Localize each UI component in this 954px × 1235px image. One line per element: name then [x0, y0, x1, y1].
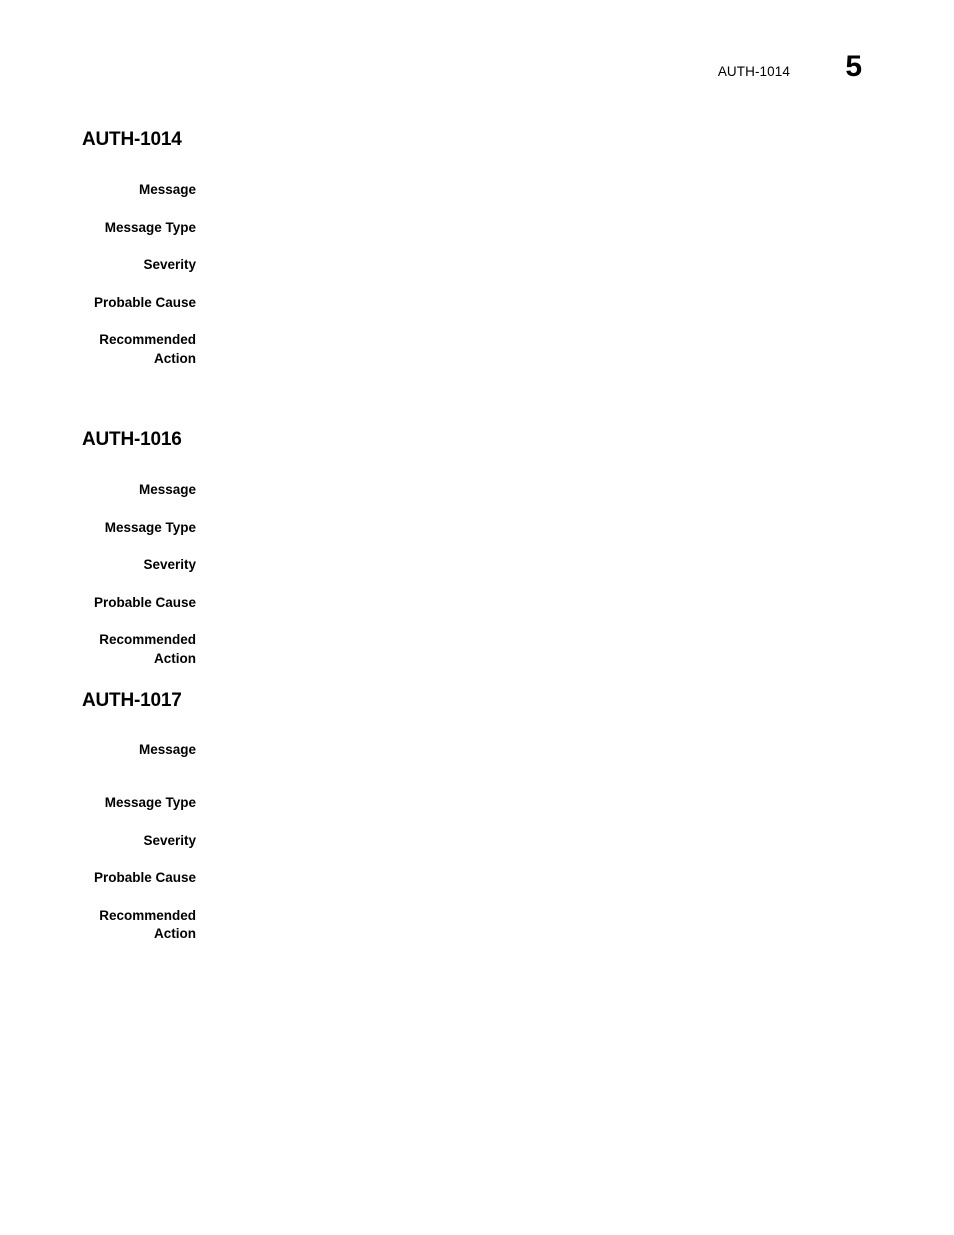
field-label: Message Type — [104, 519, 196, 535]
field-row: Severity — [82, 813, 872, 851]
field-row: Message Type — [82, 760, 872, 813]
field-value — [196, 575, 872, 613]
field-row: Recommended Action — [82, 312, 872, 368]
field-label: Severity — [143, 257, 196, 272]
field-label: Message Type — [104, 795, 196, 810]
field-label: Message Type — [104, 219, 196, 235]
field-row: Recommended Action — [82, 612, 872, 668]
field-row: Probable Cause — [82, 850, 872, 888]
field-row: Message — [82, 481, 872, 500]
message-section: AUTH-1016 Message Message Type Severity Prob… — [82, 428, 872, 666]
field-label: Message — [138, 482, 196, 497]
page-number: 5 — [845, 50, 862, 83]
field-value — [196, 200, 872, 238]
field-label: Message — [138, 182, 196, 197]
section-title: AUTH-1017 — [82, 690, 182, 711]
field-row: Message — [82, 181, 872, 200]
field-value — [196, 275, 872, 313]
field-row: Severity — [82, 537, 872, 575]
field-table: Message Message Type Severity Probable Caus… — [82, 181, 872, 368]
field-label: Recommended Action — [99, 907, 196, 942]
field-value — [196, 850, 872, 888]
page-running-header: AUTH-1014 5 — [0, 52, 954, 104]
field-value — [196, 612, 872, 668]
header-reference-label: AUTH-1014 — [717, 64, 790, 79]
field-value — [196, 741, 872, 760]
field-value — [196, 500, 872, 538]
field-value — [196, 760, 872, 813]
field-label: Probable Cause — [93, 594, 196, 610]
field-value — [196, 537, 872, 575]
field-value — [196, 813, 872, 851]
field-row: Probable Cause — [82, 275, 872, 313]
field-value — [196, 181, 872, 200]
field-label: Recommended Action — [99, 332, 196, 366]
field-row: Severity — [82, 237, 872, 275]
field-row: Message Type — [82, 200, 872, 238]
field-row: Message — [82, 741, 872, 760]
field-row: Message Type — [82, 500, 872, 538]
field-label: Recommended Action — [99, 632, 196, 666]
field-value — [196, 481, 872, 500]
field-row: Probable Cause — [82, 575, 872, 613]
field-row: Recommended Action — [82, 888, 872, 944]
field-label: Message — [138, 742, 196, 757]
message-section: AUTH-1017 Message Message Type Severity Prob… — [82, 689, 872, 941]
document-page: AUTH-1014 5 AUTH-1014 Message Message Type… — [0, 0, 954, 1235]
field-label: Severity — [143, 832, 196, 848]
section-title: AUTH-1016 — [82, 429, 182, 450]
field-table: Message Message Type Severity Probable Caus… — [82, 741, 872, 944]
field-value — [196, 237, 872, 275]
section-title: AUTH-1014 — [82, 129, 182, 150]
field-value — [196, 888, 872, 944]
message-section: AUTH-1014 Message Message Type Severity Prob… — [82, 128, 872, 366]
field-label: Probable Cause — [93, 294, 196, 310]
field-value — [196, 312, 872, 368]
field-table: Message Message Type Severity Probable Caus… — [82, 481, 872, 668]
field-label: Probable Cause — [93, 870, 196, 885]
field-label: Severity — [143, 557, 196, 572]
